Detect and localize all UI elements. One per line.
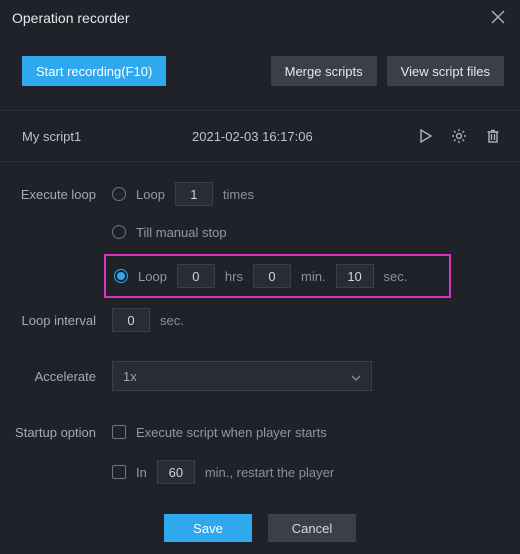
loop-label: Loop [138,269,167,284]
sec-unit: sec. [160,313,184,328]
start-recording-button[interactable]: Start recording(F10) [22,56,166,86]
loop-minutes-input[interactable] [253,264,291,288]
min-unit: min. [301,269,326,284]
loop-hours-input[interactable] [177,264,215,288]
close-icon[interactable] [490,9,508,27]
script-timestamp: 2021-02-03 16:17:06 [112,129,402,144]
save-button[interactable]: Save [164,514,252,542]
sec-unit: sec. [384,269,408,284]
restart-suffix: min., restart the player [205,465,334,480]
gear-icon[interactable] [448,125,470,147]
radio-loop-times[interactable] [112,187,126,201]
loop-interval-input[interactable] [112,308,150,332]
toolbar: Start recording(F10) Merge scripts View … [0,36,520,110]
window-title: Operation recorder [12,10,130,26]
form: Execute loop Loop times Till manual stop… [0,162,520,504]
script-row: My script1 2021-02-03 16:17:06 [0,111,520,161]
hrs-unit: hrs [225,269,243,284]
footer: Save Cancel [0,504,520,554]
loop-times-input[interactable] [175,182,213,206]
startup-option-label: Startup option [10,425,112,440]
loop-label: Loop [136,187,165,202]
play-icon[interactable] [414,125,436,147]
checkbox-restart-player[interactable] [112,465,126,479]
accelerate-value: 1x [123,369,137,384]
trash-icon[interactable] [482,125,504,147]
view-script-files-button[interactable]: View script files [387,56,504,86]
checkbox-execute-on-start[interactable] [112,425,126,439]
loop-seconds-input[interactable] [336,264,374,288]
accelerate-label: Accelerate [10,369,112,384]
titlebar: Operation recorder [0,0,520,36]
script-name: My script1 [22,129,100,144]
loop-duration-highlight: Loop hrs min. sec. [104,254,451,298]
in-label: In [136,465,147,480]
radio-till-manual[interactable] [112,225,126,239]
chevron-down-icon [351,371,361,381]
radio-loop-duration[interactable] [114,269,128,283]
cancel-button[interactable]: Cancel [268,514,356,542]
execute-loop-label: Execute loop [10,187,112,202]
till-manual-label: Till manual stop [136,225,227,240]
times-unit: times [223,187,254,202]
accelerate-select[interactable]: 1x [112,361,372,391]
loop-interval-label: Loop interval [10,313,112,328]
execute-on-start-label: Execute script when player starts [136,425,327,440]
restart-minutes-input[interactable] [157,460,195,484]
merge-scripts-button[interactable]: Merge scripts [271,56,377,86]
